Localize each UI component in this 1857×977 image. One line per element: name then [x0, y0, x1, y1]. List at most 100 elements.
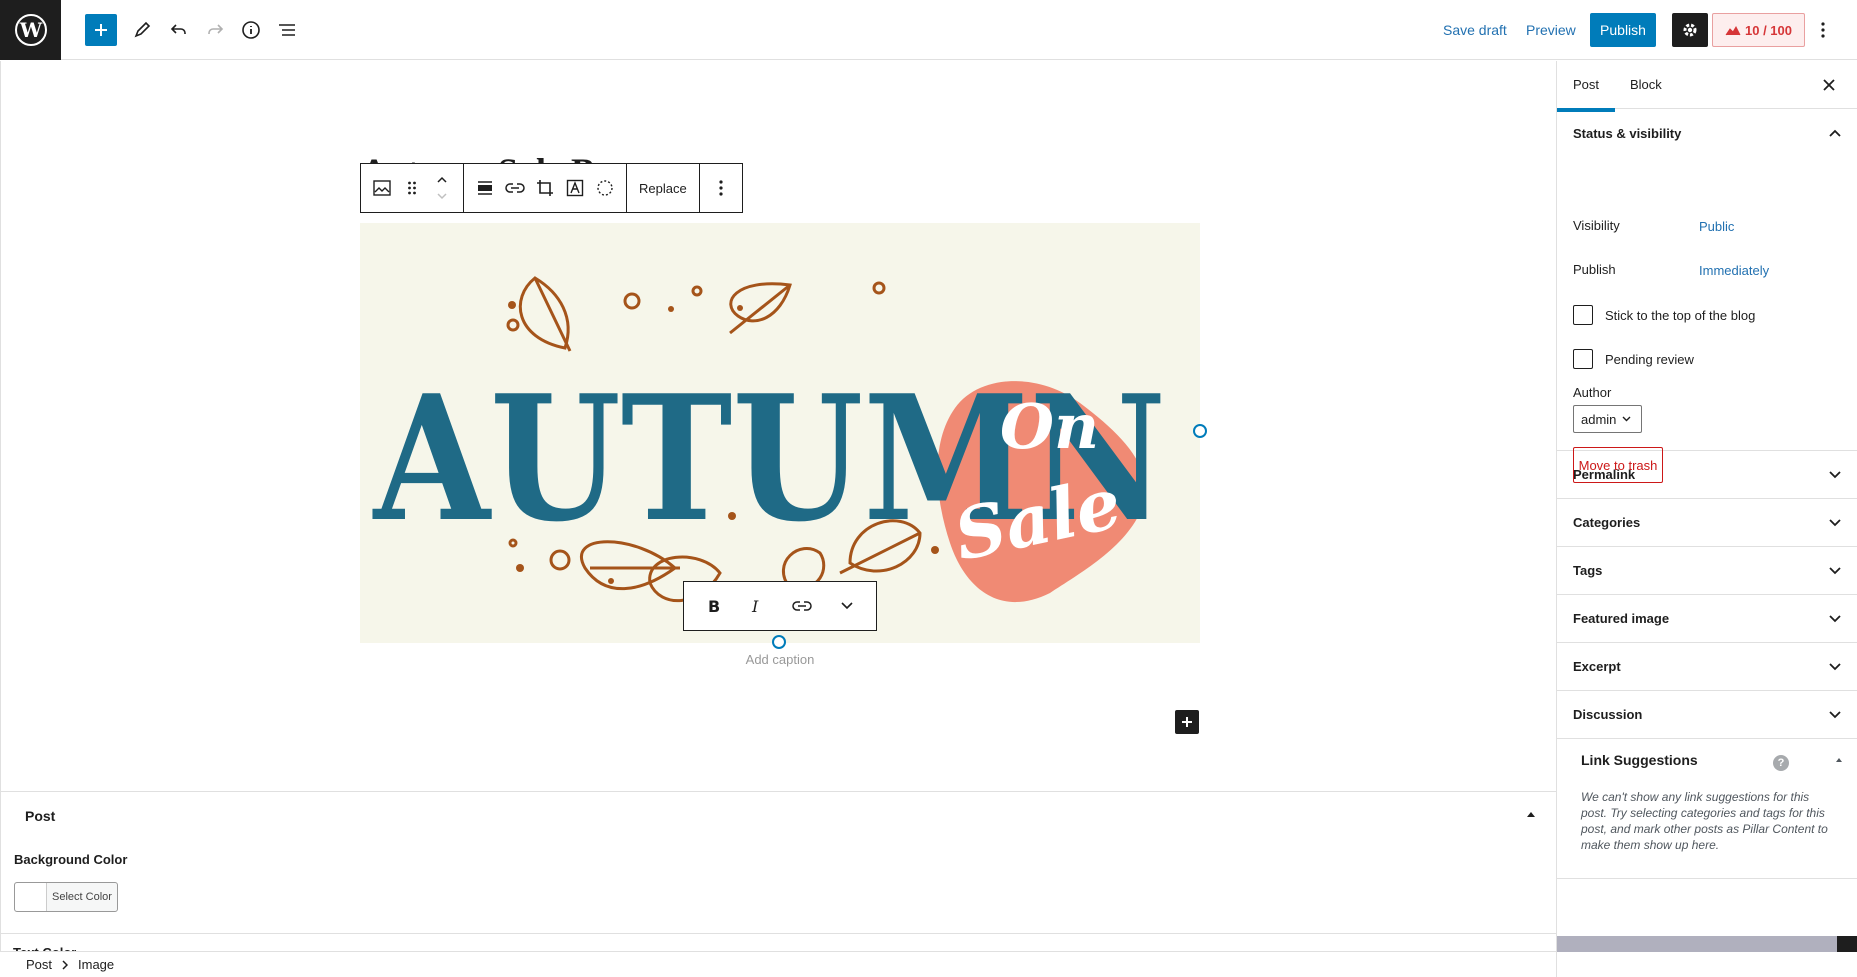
- select-color-label: Select Color: [52, 891, 112, 903]
- sidebar-scrollbar-thumb[interactable]: [1837, 936, 1857, 952]
- image-block-icon[interactable]: [367, 170, 397, 206]
- redo-icon: [208, 24, 224, 34]
- sticky-checkbox[interactable]: [1573, 305, 1593, 325]
- panel-discussion-title: Discussion: [1573, 707, 1643, 722]
- autumn-sale-image[interactable]: AUTUMN On Sale: [360, 223, 1200, 643]
- breadcrumb-image[interactable]: Image: [78, 957, 114, 972]
- italic-icon[interactable]: I: [750, 598, 762, 614]
- block-breadcrumb: Post Image: [0, 951, 1557, 977]
- resize-handle-bottom[interactable]: [772, 635, 786, 649]
- align-icon[interactable]: [470, 170, 500, 206]
- tab-block[interactable]: Block: [1630, 77, 1662, 92]
- sticky-label: Stick to the top of the blog: [1605, 308, 1756, 323]
- pending-review-label: Pending review: [1605, 352, 1694, 367]
- drag-handle-icon[interactable]: [397, 170, 427, 206]
- panel-excerpt-title: Excerpt: [1573, 659, 1621, 674]
- author-select[interactable]: admin: [1573, 405, 1642, 433]
- plus-icon: [95, 24, 107, 36]
- panel-categories[interactable]: Categories: [1557, 499, 1857, 547]
- metabox-title[interactable]: Post: [25, 808, 55, 824]
- top-toolbar: W Save draft Preview Publish 10 / 100: [0, 0, 1857, 60]
- duotone-icon[interactable]: [590, 170, 620, 206]
- block-type-group: [361, 164, 464, 212]
- close-icon: [1823, 79, 1835, 91]
- panel-categories-title: Categories: [1573, 515, 1641, 530]
- svg-text:B: B: [708, 598, 720, 614]
- save-draft-button[interactable]: Save draft: [1443, 22, 1507, 38]
- chevron-down-icon[interactable]: [841, 602, 853, 610]
- options-button[interactable]: [1810, 14, 1836, 46]
- block-controls-group: [464, 164, 627, 212]
- chevron-down-icon: [1829, 710, 1841, 718]
- list-view-icon: [279, 24, 295, 36]
- tab-post[interactable]: Post: [1556, 77, 1616, 112]
- wordpress-logo-icon[interactable]: W: [0, 0, 61, 60]
- caption-link-icon[interactable]: [792, 600, 812, 612]
- settings-button[interactable]: [1672, 13, 1708, 47]
- link-icon[interactable]: [500, 170, 530, 206]
- pencil-icon: [134, 21, 151, 38]
- image-caption-field[interactable]: Add caption: [360, 652, 1200, 667]
- replace-button[interactable]: Replace: [633, 181, 693, 196]
- undo-icon: [170, 24, 186, 34]
- link-suggestions-title: Link Suggestions: [1581, 752, 1698, 768]
- panel-excerpt[interactable]: Excerpt: [1557, 643, 1857, 691]
- image-on-text: On: [1000, 390, 1099, 463]
- block-appender-button[interactable]: [1175, 710, 1199, 734]
- metabox-divider: [1, 933, 1556, 934]
- caret-up-icon[interactable]: [1835, 757, 1843, 763]
- author-label: Author: [1573, 385, 1612, 400]
- move-to-trash-button[interactable]: Move to trash: [1573, 447, 1663, 483]
- panel-tags-title: Tags: [1573, 563, 1603, 578]
- text-over-image-icon[interactable]: [560, 170, 590, 206]
- publish-label: Publish: [1573, 262, 1616, 277]
- panel-tags[interactable]: Tags: [1557, 547, 1857, 595]
- status-visibility-panel: Status & visibility Visibility Public Pu…: [1557, 109, 1857, 483]
- pending-review-checkbox[interactable]: [1573, 349, 1593, 369]
- status-visibility-title: Status & visibility: [1573, 125, 1682, 141]
- move-up-down-icon[interactable]: [427, 170, 457, 206]
- help-icon[interactable]: ?: [1773, 755, 1789, 771]
- color-swatch: [15, 883, 47, 911]
- info-icon: [242, 21, 260, 39]
- publish-button[interactable]: Publish: [1590, 13, 1656, 47]
- select-color-button[interactable]: Select Color: [14, 882, 118, 912]
- chevron-down-icon: [1622, 416, 1631, 422]
- link-suggestions-message: We can't show any link suggestions for t…: [1581, 790, 1828, 852]
- gear-icon: [1683, 23, 1697, 37]
- preview-button[interactable]: Preview: [1526, 22, 1576, 38]
- replace-group: Replace: [627, 164, 700, 212]
- author-value: admin: [1581, 411, 1617, 427]
- breadcrumb-post[interactable]: Post: [26, 957, 52, 972]
- post-title[interactable]: Autumn Sale Banner: [361, 141, 685, 165]
- plus-icon: [1182, 717, 1192, 727]
- sidebar-tabs: Post Block: [1556, 61, 1857, 112]
- sidebar-scrollbar-track[interactable]: [1557, 936, 1837, 952]
- details-button[interactable]: [235, 14, 267, 46]
- tools-button[interactable]: [126, 14, 158, 46]
- crop-icon[interactable]: [530, 170, 560, 206]
- add-block-button[interactable]: [85, 14, 117, 46]
- seo-score-button[interactable]: 10 / 100: [1712, 13, 1805, 47]
- panel-discussion[interactable]: Discussion: [1557, 691, 1857, 739]
- redo-button[interactable]: [199, 14, 231, 46]
- publish-date-toggle[interactable]: Immediately: [1699, 263, 1769, 278]
- chevron-down-icon: [1829, 662, 1841, 670]
- link-suggestions-panel: Link Suggestions ? We can't show any lin…: [1557, 739, 1857, 879]
- post-meta-box: Post Background Color Select Color Text …: [0, 791, 1556, 953]
- settings-sidebar: Post Block Status & visibility Visibilit…: [1556, 61, 1857, 977]
- more-options-group: [700, 164, 742, 212]
- bold-icon[interactable]: B: [707, 598, 721, 614]
- close-sidebar-button[interactable]: [1819, 75, 1839, 95]
- seo-score-value: 10 / 100: [1745, 22, 1792, 38]
- undo-button[interactable]: [163, 14, 195, 46]
- visibility-toggle[interactable]: Public: [1699, 219, 1734, 234]
- resize-handle-right[interactable]: [1193, 424, 1207, 438]
- status-visibility-header[interactable]: Status & visibility: [1557, 109, 1857, 157]
- panel-featured-image[interactable]: Featured image: [1557, 595, 1857, 643]
- block-options-icon[interactable]: [706, 170, 736, 206]
- chevron-down-icon: [1829, 518, 1841, 526]
- chevron-right-icon: [62, 959, 69, 970]
- caret-up-icon[interactable]: [1526, 811, 1536, 818]
- list-view-button[interactable]: [271, 14, 303, 46]
